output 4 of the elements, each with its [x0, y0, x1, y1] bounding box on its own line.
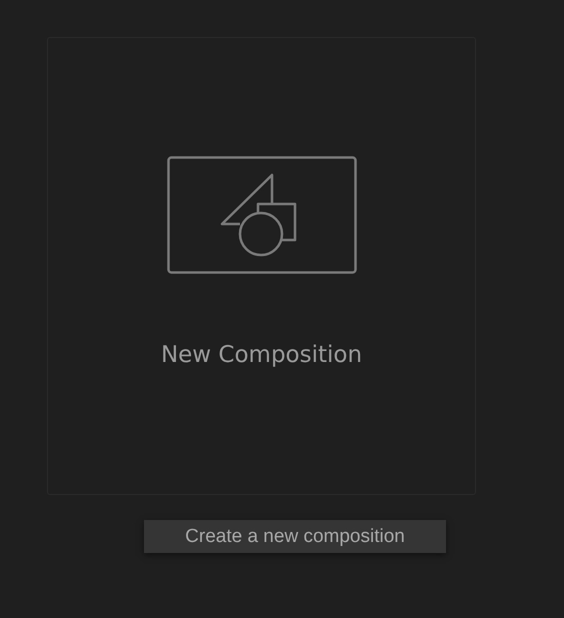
card-title: New Composition — [160, 342, 362, 368]
tooltip: Create a new composition — [144, 520, 446, 553]
new-composition-card[interactable]: New Composition — [47, 37, 476, 495]
composition-shapes-icon — [166, 156, 356, 274]
